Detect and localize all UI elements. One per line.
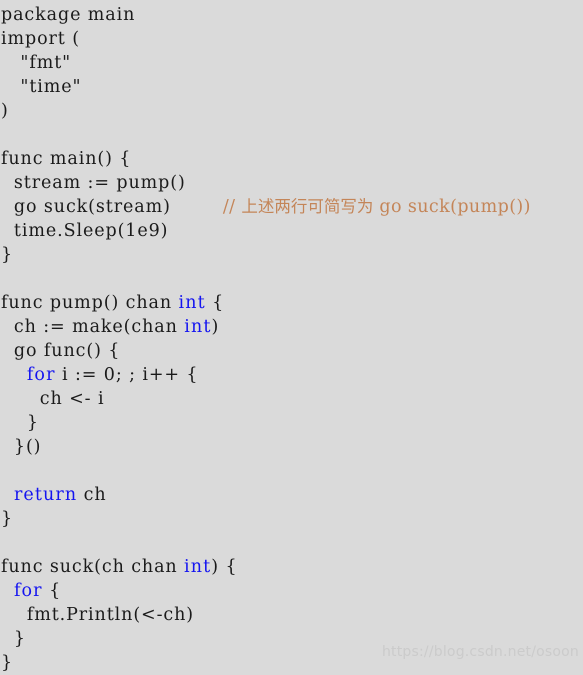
code-token-pump-close-brace: } xyxy=(1,509,14,529)
code-token-main-close-brace: } xyxy=(1,245,14,265)
code-token-import-open: import ( xyxy=(1,29,80,49)
code-line-9: go suck(stream) // 上述两行可简写为 go suck(pump(… xyxy=(1,195,583,219)
code-line-12-blank xyxy=(1,267,583,291)
code-keyword-int: int xyxy=(184,317,212,337)
code-token-stream-assign: stream := pump() xyxy=(1,173,186,193)
code-line-18: } xyxy=(1,411,583,435)
code-token-for-indent xyxy=(1,581,14,601)
code-keyword-for: for xyxy=(13,581,43,601)
code-token-suck-close-brace: } xyxy=(1,653,14,673)
code-line-1: package main xyxy=(1,3,583,27)
code-keyword-return: return xyxy=(13,485,78,505)
code-line-2: import ( xyxy=(1,27,583,51)
code-snippet-view: package main import ( "fmt" "time" ) fun… xyxy=(0,0,583,673)
code-line-22: } xyxy=(1,507,583,531)
code-line-25: for { xyxy=(1,579,583,603)
code-keyword-for: for xyxy=(26,365,56,385)
code-token-for-close-brace: } xyxy=(1,629,26,649)
code-token-for-open-brace: { xyxy=(42,581,62,601)
code-line-17: ch <- i xyxy=(1,387,583,411)
code-line-19: }() xyxy=(1,435,583,459)
code-keyword-int: int xyxy=(178,293,206,313)
code-token-gofunc-close-invoke: }() xyxy=(1,437,42,457)
code-token-func-suck-head: func suck(ch chan xyxy=(1,557,185,577)
code-token-go-func: go func() { xyxy=(1,341,121,361)
code-line-6-blank xyxy=(1,123,583,147)
code-token-return-value: ch xyxy=(77,485,107,505)
code-token-package-main: package main xyxy=(1,5,136,25)
code-line-4: "time" xyxy=(1,75,583,99)
code-token-for-close-brace: } xyxy=(1,413,39,433)
code-token-func-main: func main() { xyxy=(1,149,132,169)
code-line-10: time.Sleep(1e9) xyxy=(1,219,583,243)
code-line-11: } xyxy=(1,243,583,267)
code-token-import-time: "time" xyxy=(1,77,82,97)
code-token-import-close: ) xyxy=(1,101,9,121)
code-line-26: fmt.Println(<-ch) xyxy=(1,603,583,627)
code-token-import-fmt: "fmt" xyxy=(1,53,72,73)
code-line-8: stream := pump() xyxy=(1,171,583,195)
code-line-24: func suck(ch chan int) { xyxy=(1,555,583,579)
code-line-23-blank xyxy=(1,531,583,555)
code-token-make-chan-tail: ) xyxy=(211,317,220,337)
code-line-20-blank xyxy=(1,459,583,483)
code-line-13: func pump() chan int { xyxy=(1,291,583,315)
code-token-make-chan-head: ch := make(chan xyxy=(1,317,185,337)
code-comment-cjk-text: 上述两行可简写为 xyxy=(241,197,374,216)
code-token-for-clause: i := 0; ; i++ { xyxy=(55,365,199,385)
code-token-func-suck-tail: ) { xyxy=(211,557,238,577)
code-comment-tail: go suck(pump()) xyxy=(373,197,531,217)
code-token-fmt-println: fmt.Println(<-ch) xyxy=(1,605,195,625)
code-line-14: ch := make(chan int) xyxy=(1,315,583,339)
watermark-url: https://blog.csdn.net/osoon xyxy=(381,644,579,660)
code-line-21: return ch xyxy=(1,483,583,507)
code-token-func-pump-head: func pump() chan xyxy=(1,293,179,313)
code-token-for-indent xyxy=(1,365,27,385)
code-line-5: ) xyxy=(1,99,583,123)
code-line-16: for i := 0; ; i++ { xyxy=(1,363,583,387)
code-token-time-sleep: time.Sleep(1e9) xyxy=(1,221,169,241)
code-line-15: go func() { xyxy=(1,339,583,363)
code-keyword-int: int xyxy=(184,557,212,577)
code-line-7: func main() { xyxy=(1,147,583,171)
code-token-func-pump-tail: { xyxy=(205,293,225,313)
code-token-go-suck-stream: go suck(stream) xyxy=(1,197,171,217)
code-token-return-indent xyxy=(1,485,14,505)
code-line-3: "fmt" xyxy=(1,51,583,75)
code-token-ch-send-i: ch <- i xyxy=(1,389,105,409)
code-comment-slashes: // xyxy=(222,197,242,217)
